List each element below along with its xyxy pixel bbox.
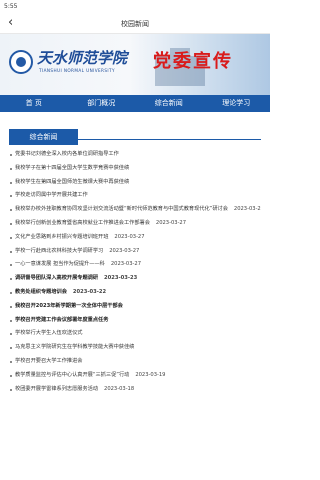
list-item[interactable]: 教务处组织专题培训会 2023-03-22 (9, 286, 261, 300)
list-item[interactable]: 马克思主义学院研究生在学科教学技能大赛中获佳绩 (9, 341, 261, 355)
list-item[interactable]: 我校学生在第四届全国师范生微课大赛中再获佳绩 (9, 176, 261, 190)
status-bar: 5:55 (0, 0, 270, 14)
chevron-left-icon[interactable]: ‹ (8, 15, 13, 31)
list-item[interactable]: 党委书记刘德全深入校内各单位调研指导工作 (9, 148, 261, 162)
news-list: 党委书记刘德全深入校内各单位调研指导工作 我校学子在第十四届全国大学生数学竞赛中… (9, 148, 261, 396)
banner: 天水师范学院 TIANSHUI NORMAL UNIVERSITY 党委宣传 (0, 34, 270, 95)
tab-row: 综合新闻 (9, 124, 261, 145)
list-item[interactable]: 我校召开2023年新学期第一次全体中层干部会 (9, 300, 261, 314)
list-item[interactable]: 学校走访同属中学开展共建工作 (9, 189, 261, 203)
list-item[interactable]: 调研督导团队深入高校开展专题调研 2023-03-23 (9, 272, 261, 286)
tab-general-news[interactable]: 综合新闻 (9, 129, 78, 145)
content: 综合新闻 党委书记刘德全深入校内各单位调研指导工作 我校学子在第十四届全国大学生… (0, 124, 270, 396)
status-time: 5:55 (4, 3, 18, 10)
list-item[interactable]: 我校学子在第十四届全国大学生数学竞赛中获佳绩 (9, 162, 261, 176)
school-logo-icon (9, 50, 33, 74)
nav-item-home[interactable]: 首 页 (0, 95, 68, 112)
main-nav: 首 页 部门概况 综合新闻 理论学习 (0, 95, 270, 112)
school-name-cn: 天水师范学院 (37, 49, 128, 67)
list-item[interactable]: 我校举办校外挂职教育协同攻坚计划交流活动暨“新时代师范教育与中国式教育现代化”研… (9, 203, 261, 217)
list-item[interactable]: 一心一意谋发展 担当作为促提升——科 2023-03-27 (9, 258, 261, 272)
list-item[interactable]: 教学质量监控与评估中心认真开展“三抓三促”行动 2023-03-19 (9, 369, 261, 383)
nav-item-department[interactable]: 部门概况 (68, 95, 136, 112)
list-item[interactable]: 学校召开要召大学工作推进会 (9, 355, 261, 369)
list-item[interactable]: 我校举行创新创业教育暨省高校就业工作推进会工作部署会 2023-03-27 (9, 217, 261, 231)
list-item[interactable]: 校团委开展学雷锋系列志愿服务活动 2023-03-18 (9, 383, 261, 397)
banner-slogan: 党委宣传 (153, 51, 233, 72)
title-bar: ‹ 校园新闻 (0, 14, 270, 34)
nav-item-theory[interactable]: 理论学习 (203, 95, 271, 112)
school-name-en: TIANSHUI NORMAL UNIVERSITY (39, 68, 115, 73)
list-item[interactable]: 学校举行大学生入伍欢送仪式 (9, 327, 261, 341)
nav-item-news[interactable]: 综合新闻 (135, 95, 203, 112)
list-item[interactable]: 文化产业思路到乡村振兴专题培训班开班 2023-03-27 (9, 231, 261, 245)
list-item[interactable]: 学校一行赴西北农林科技大学调研学习 2023-03-27 (9, 245, 261, 259)
page-title: 校园新闻 (121, 20, 149, 28)
list-item[interactable]: 学校召开党建工作会议部署年度重点任务 (9, 314, 261, 328)
